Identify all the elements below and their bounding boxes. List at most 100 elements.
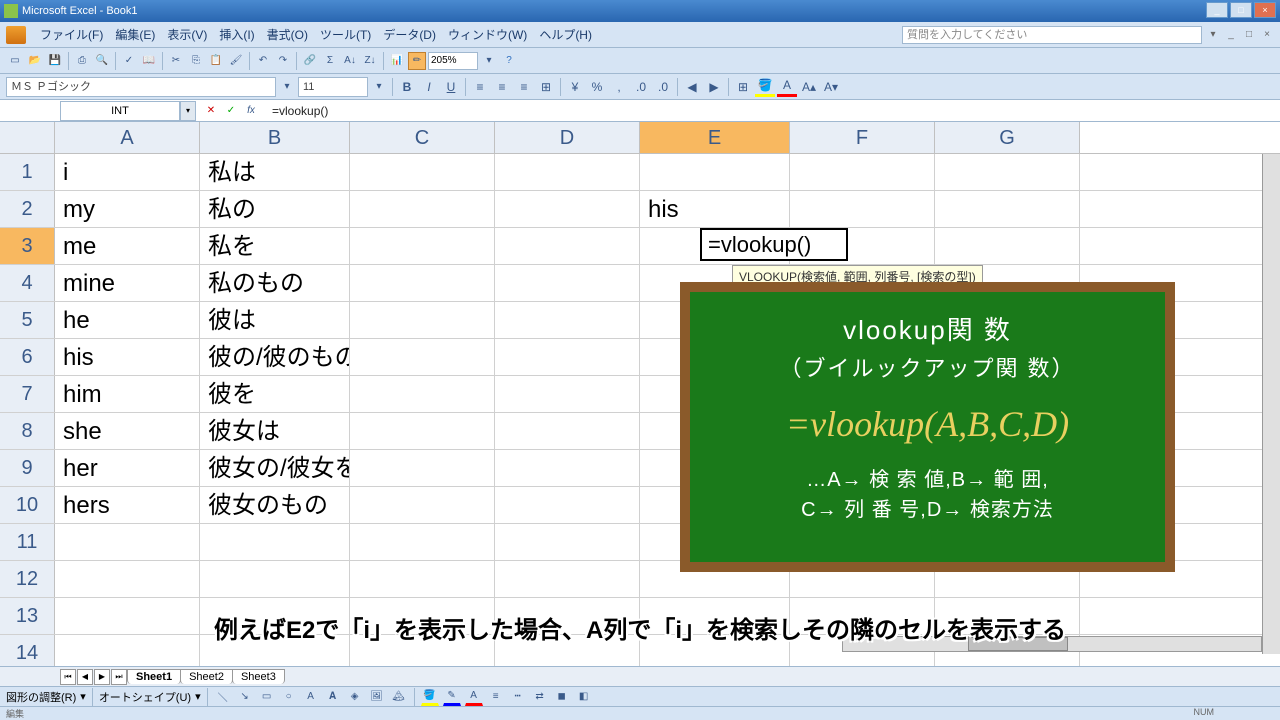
drawing-icon[interactable]: ✏ [408,52,426,70]
row-header[interactable]: 3 [0,228,55,264]
font-grow-icon[interactable]: A▴ [799,77,819,97]
row-header[interactable]: 4 [0,265,55,301]
clipart-icon[interactable]: 🖼 [368,688,386,706]
cell-A1[interactable]: i [55,154,200,190]
cell-C4[interactable] [350,265,495,301]
row-header[interactable]: 8 [0,413,55,449]
cell-G1[interactable] [935,154,1080,190]
cell-A12[interactable] [55,561,200,597]
save-icon[interactable]: 💾 [46,52,64,70]
shape-adjust-menu[interactable]: 図形の調整(R) [6,689,76,705]
doc-minimize-button[interactable]: _ [1224,28,1238,42]
col-header-G[interactable]: G [935,122,1080,153]
row-header[interactable]: 9 [0,450,55,486]
fill-icon[interactable]: 🪣 [421,688,439,706]
cell-A9[interactable]: her [55,450,200,486]
currency-icon[interactable]: ¥ [565,77,585,97]
row-header[interactable]: 7 [0,376,55,412]
cell-C3[interactable] [350,228,495,264]
underline-button[interactable]: U [441,77,461,97]
cell-D2[interactable] [495,191,640,227]
arrow-icon[interactable]: ↘ [236,688,254,706]
cell-B7[interactable]: 彼を [200,376,350,412]
cell-F2[interactable] [790,191,935,227]
align-right-icon[interactable]: ≡ [514,77,534,97]
wordart-icon[interactable]: 𝐀 [324,688,342,706]
align-center-icon[interactable]: ≡ [492,77,512,97]
row-header[interactable]: 5 [0,302,55,338]
active-cell-editor[interactable]: =vlookup() [700,228,848,261]
cell-E1[interactable] [640,154,790,190]
cell-A4[interactable]: mine [55,265,200,301]
tab-nav-prev[interactable]: ◀ [77,669,93,685]
doc-close-button[interactable]: × [1260,28,1274,42]
cell-D7[interactable] [495,376,640,412]
help-icon[interactable]: ? [500,52,518,70]
cell-D4[interactable] [495,265,640,301]
copy-icon[interactable]: ⎘ [187,52,205,70]
decrease-indent-icon[interactable]: ◀ [682,77,702,97]
cell-D5[interactable] [495,302,640,338]
cell-C12[interactable] [350,561,495,597]
cell-A3[interactable]: me [55,228,200,264]
name-box-dropdown[interactable]: ▾ [180,101,196,121]
col-header-E[interactable]: E [640,122,790,153]
cell-G3[interactable] [935,228,1080,264]
cell-B9[interactable]: 彼女の/彼女を [200,450,350,486]
row-header[interactable]: 12 [0,561,55,597]
row-header[interactable]: 2 [0,191,55,227]
percent-icon[interactable]: % [587,77,607,97]
cell-B11[interactable] [200,524,350,560]
cell-B4[interactable]: 私のもの [200,265,350,301]
cell-D6[interactable] [495,339,640,375]
font-color-icon[interactable]: A [777,77,797,97]
autoshape-menu[interactable]: オートシェイプ(U) [99,689,191,705]
maximize-button[interactable]: □ [1230,2,1252,18]
col-header-A[interactable]: A [55,122,200,153]
cell-D3[interactable] [495,228,640,264]
menu-file[interactable]: ファイル(F) [34,24,109,45]
sort-desc-icon[interactable]: Z↓ [361,52,379,70]
office-icon[interactable] [6,26,26,44]
borders-icon[interactable]: ⊞ [733,77,753,97]
shadow-icon[interactable]: ◼ [553,688,571,706]
diagram-icon[interactable]: ◈ [346,688,364,706]
name-box[interactable]: INT [60,101,180,121]
row-header[interactable]: 10 [0,487,55,523]
menu-insert[interactable]: 挿入(I) [213,24,260,45]
redo-icon[interactable]: ↷ [274,52,292,70]
fx-icon[interactable]: fx [242,102,260,120]
cell-B6[interactable]: 彼の/彼のもの [200,339,350,375]
menu-view[interactable]: 表示(V) [161,24,213,45]
open-icon[interactable]: 📂 [26,52,44,70]
row-header[interactable]: 11 [0,524,55,560]
line-color-icon[interactable]: ✎ [443,688,461,706]
cell-B5[interactable]: 彼は [200,302,350,338]
cell-C2[interactable] [350,191,495,227]
zoom-input[interactable]: 205% [428,52,478,70]
tab-nav-first[interactable]: ⏮ [60,669,76,685]
rect-icon[interactable]: ▭ [258,688,276,706]
row-header[interactable]: 6 [0,339,55,375]
zoom-dropdown-icon[interactable]: ▾ [480,52,498,70]
cell-B3[interactable]: 私を [200,228,350,264]
menu-help[interactable]: ヘルプ(H) [533,24,598,45]
italic-button[interactable]: I [419,77,439,97]
col-header-D[interactable]: D [495,122,640,153]
cell-C7[interactable] [350,376,495,412]
print-icon[interactable]: ⎙ [73,52,91,70]
cell-C11[interactable] [350,524,495,560]
cell-C1[interactable] [350,154,495,190]
chart-icon[interactable]: 📊 [388,52,406,70]
cell-A7[interactable]: him [55,376,200,412]
vertical-scrollbar[interactable] [1262,154,1280,654]
picture-icon[interactable]: 🏔 [390,688,408,706]
menu-format[interactable]: 書式(O) [261,24,314,45]
decrease-decimal-icon[interactable]: .0 [653,77,673,97]
font-color-icon-2[interactable]: A [465,688,483,706]
menu-edit[interactable]: 編集(E) [109,24,161,45]
format-painter-icon[interactable]: 🖌 [227,52,245,70]
comma-icon[interactable]: , [609,77,629,97]
research-icon[interactable]: 📖 [140,52,158,70]
formula-input[interactable]: =vlookup() [266,102,1280,120]
